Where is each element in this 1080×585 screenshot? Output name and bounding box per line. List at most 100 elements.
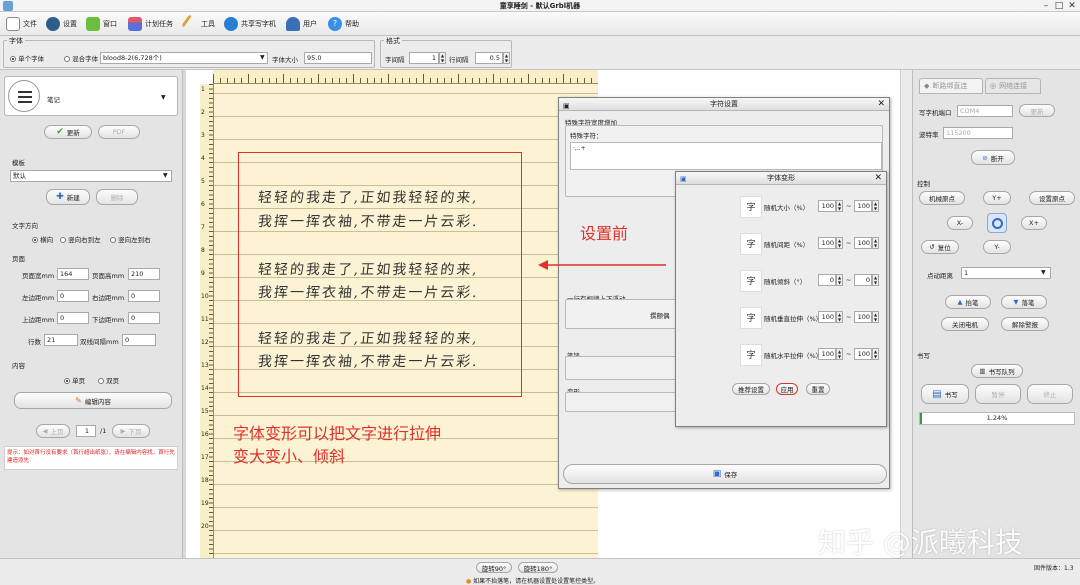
new-template-button[interactable]: ✚ 新建	[46, 189, 90, 205]
update-button[interactable]: ✔ 更新	[44, 125, 92, 139]
delete-template-button[interactable]: 删除	[96, 189, 138, 205]
dir-rl-radio[interactable]: 竖向右到左	[60, 234, 101, 244]
pen-up-button[interactable]: ▲ 抬笔	[945, 295, 991, 309]
font-size-select[interactable]: 95.0	[304, 52, 372, 64]
font-group: 字体 单个字体 混合字体 blood8-2(6,728个) ▼ 字体大小 95.…	[3, 36, 375, 68]
deform-max-spinner[interactable]: ▲ ▼	[872, 311, 879, 323]
tab-network[interactable]: ◎ 网络连接	[985, 78, 1041, 94]
pen-down-button[interactable]: ▼ 落笔	[1001, 295, 1047, 309]
dir-horizontal-radio[interactable]: 横向	[32, 234, 53, 244]
char-spacing-input[interactable]: 1	[409, 52, 439, 64]
single-page-radio[interactable]: 单页	[64, 375, 85, 385]
disconnect-button[interactable]: ⊘ 断开	[971, 150, 1015, 165]
close-button[interactable]: ✕	[1066, 0, 1078, 12]
recommend-settings-button[interactable]: 推荐设置	[732, 383, 770, 395]
y-minus-button[interactable]: Y-	[983, 240, 1011, 254]
notebook-select[interactable]: 笔记 ▼	[4, 76, 178, 116]
special-chars-input[interactable]: ·,..+	[570, 142, 882, 170]
unlock-alarm-button[interactable]: 解除警报	[1001, 317, 1049, 331]
stop-button[interactable]: 终止	[1027, 384, 1073, 404]
rotate-90-button[interactable]: 旋转90°	[476, 562, 512, 573]
reset-button[interactable]: 重置	[806, 383, 830, 395]
tab-serial[interactable]: ◆ 断路绑直连	[919, 78, 983, 94]
deform-min-spinner[interactable]: ▲ ▼	[836, 311, 843, 323]
char-spacing-spinner[interactable]: ▲ ▼	[439, 52, 446, 64]
pdf-button[interactable]: PDF	[98, 125, 140, 139]
deform-min-input[interactable]: 100	[818, 237, 836, 249]
page-width-input[interactable]: 164	[57, 268, 89, 280]
apply-button[interactable]: 应用	[776, 383, 798, 395]
y-plus-button[interactable]: Y+	[983, 191, 1011, 205]
page-number-input[interactable]: 1	[76, 425, 96, 437]
deform-max-input[interactable]: 0	[854, 274, 872, 286]
page-height-input[interactable]: 210	[128, 268, 160, 280]
dir-lr-radio[interactable]: 竖向左到右	[110, 234, 151, 244]
deform-max-input[interactable]: 100	[854, 311, 872, 323]
edit-content-button[interactable]: ✎ 编辑内容	[14, 392, 172, 409]
prev-page-button[interactable]: ◀ 上页	[36, 424, 70, 438]
deform-sample-icon: 字	[740, 307, 762, 329]
deform-max-input[interactable]: 100	[854, 348, 872, 360]
row-space-input[interactable]: 0	[122, 334, 156, 346]
deform-max-input[interactable]: 100	[854, 200, 872, 212]
template-select[interactable]: 默认	[10, 170, 172, 182]
close-icon[interactable]: ✕	[877, 98, 885, 111]
pause-button[interactable]: 暂停	[975, 384, 1021, 404]
margin-top-input[interactable]: 0	[57, 312, 89, 324]
format-group: 格式 字间隔 1 ▲ ▼ 行间隔 0.5 ▲ ▼	[380, 36, 512, 68]
set-origin-button[interactable]: 设置原点	[1029, 191, 1075, 205]
deform-max-spinner[interactable]: ▲ ▼	[872, 348, 879, 360]
menu-help[interactable]: ? 帮助	[328, 16, 359, 32]
save-button[interactable]: ▣ 保存	[563, 464, 887, 484]
x-plus-button[interactable]: X+	[1021, 216, 1047, 230]
machine-origin-button[interactable]: 机械原点	[919, 191, 965, 205]
motor-off-button[interactable]: 关闭电机	[941, 317, 989, 331]
deform-min-spinner[interactable]: ▲ ▼	[836, 274, 843, 286]
font-single-radio[interactable]: 单个字体	[10, 53, 44, 63]
menu-tools[interactable]: 工具	[181, 14, 215, 34]
margin-right-input[interactable]: 0	[128, 290, 160, 302]
deform-min-spinner[interactable]: ▲ ▼	[836, 200, 843, 212]
next-page-button[interactable]: ▶ 下页	[112, 424, 150, 438]
deform-min-input[interactable]: 100	[818, 311, 836, 323]
font-select[interactable]: blood8-2(6,728个)	[100, 52, 268, 64]
deform-min-spinner[interactable]: ▲ ▼	[836, 348, 843, 360]
deform-row-label: 随机大小（%）	[764, 204, 810, 212]
refresh-port-button[interactable]: 更新	[1019, 104, 1055, 117]
paper-preview[interactable]: 轻轻的我走了,正如我轻轻的来, 我挥一挥衣袖,不带走一片云彩. 轻轻的我走了,正…	[214, 84, 598, 558]
close-icon[interactable]: ✕	[874, 172, 882, 185]
home-button[interactable]	[987, 213, 1007, 233]
baud-select[interactable]: 115200	[943, 127, 1013, 139]
margin-left-input[interactable]: 0	[57, 290, 89, 302]
write-queue-button[interactable]: ▥ 书写队列	[971, 364, 1023, 378]
deform-min-input[interactable]: 0	[818, 274, 836, 286]
rows-input[interactable]: 21	[44, 334, 78, 346]
port-select[interactable]: COM4	[957, 105, 1013, 117]
line-spacing-input[interactable]: 0.5	[475, 52, 503, 64]
deform-min-input[interactable]: 100	[818, 200, 836, 212]
menu-window[interactable]: 窗口	[86, 16, 117, 32]
line-spacing-spinner[interactable]: ▲ ▼	[503, 52, 510, 64]
deform-min-spinner[interactable]: ▲ ▼	[836, 237, 843, 249]
deform-max-spinner[interactable]: ▲ ▼	[872, 237, 879, 249]
font-mixed-radio[interactable]: 混合字体	[64, 53, 98, 63]
menu-file[interactable]: 文件	[6, 16, 37, 32]
deform-max-spinner[interactable]: ▲ ▼	[872, 200, 879, 212]
maximize-button[interactable]: □	[1053, 0, 1065, 12]
rotate-180-button[interactable]: 旋转180°	[518, 562, 558, 573]
vertical-scrollbar[interactable]	[900, 70, 912, 558]
margin-bottom-input[interactable]: 0	[128, 312, 160, 324]
deform-min-input[interactable]: 100	[818, 348, 836, 360]
step-distance-select[interactable]: 1	[961, 267, 1051, 279]
minimize-button[interactable]: –	[1040, 0, 1052, 12]
menu-settings[interactable]: 设置	[46, 16, 77, 32]
double-page-radio[interactable]: 双页	[98, 375, 119, 385]
deform-max-input[interactable]: 100	[854, 237, 872, 249]
reset-position-button[interactable]: ↺ 复位	[921, 240, 959, 254]
x-minus-button[interactable]: X-	[947, 216, 973, 230]
write-button[interactable]: ▤ 书写	[921, 384, 969, 404]
menu-share[interactable]: 共享写字机	[224, 16, 276, 32]
menu-tasks[interactable]: 计划任务	[128, 16, 173, 32]
menu-user[interactable]: 用户	[286, 16, 317, 32]
deform-max-spinner[interactable]: ▲ ▼	[872, 274, 879, 286]
